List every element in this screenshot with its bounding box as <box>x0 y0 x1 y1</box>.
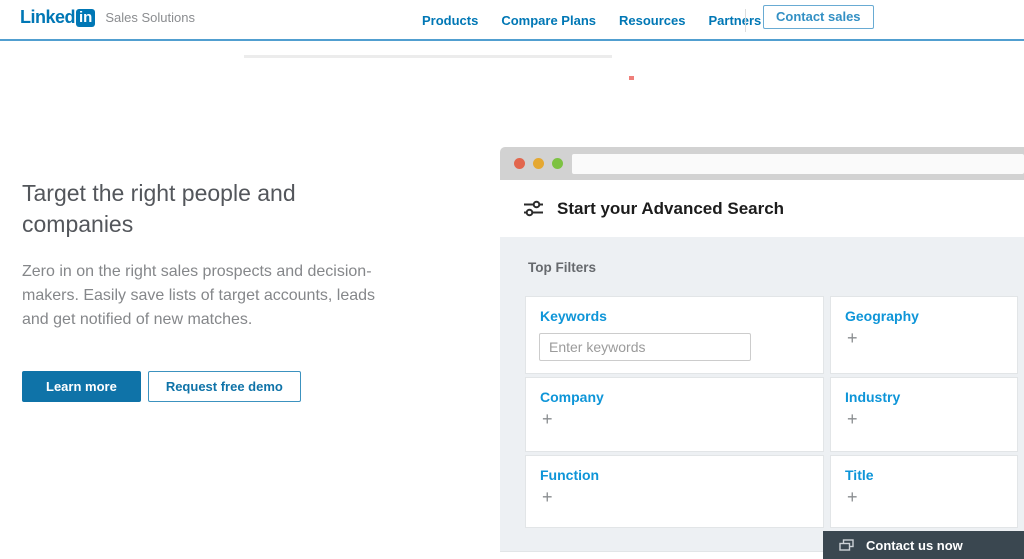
add-title-button[interactable]: + <box>831 483 861 506</box>
filter-area: Top Filters Keywords Geography + Company… <box>500 237 1024 552</box>
page-title: Target the right people and companies <box>22 178 372 240</box>
request-free-demo-button[interactable]: Request free demo <box>148 371 301 402</box>
learn-more-button[interactable]: Learn more <box>22 371 141 402</box>
advanced-search-title: Start your Advanced Search <box>557 199 784 219</box>
chat-bubbles-icon <box>839 539 854 552</box>
nav-item-partners[interactable]: Partners <box>708 13 761 28</box>
maximize-dot-icon <box>552 158 563 169</box>
contact-sales-button[interactable]: Contact sales <box>763 5 874 29</box>
filter-title-function: Function <box>526 456 823 483</box>
close-dot-icon <box>514 158 525 169</box>
add-industry-button[interactable]: + <box>831 405 861 428</box>
contact-us-chat-widget[interactable]: Contact us now <box>823 531 1024 559</box>
filter-card-geography: Geography + <box>830 296 1018 374</box>
nav-item-products[interactable]: Products <box>422 13 478 28</box>
add-geography-button[interactable]: + <box>831 324 861 347</box>
window-control-dots <box>514 158 563 169</box>
filter-title-title: Title <box>831 456 1017 483</box>
linkedin-in-icon: in <box>76 9 95 27</box>
filter-card-industry: Industry + <box>830 377 1018 452</box>
logo-linked-text: Linked <box>20 7 75 28</box>
url-bar <box>572 154 1024 174</box>
top-filters-label: Top Filters <box>528 260 596 275</box>
filter-title-geography: Geography <box>831 297 1017 324</box>
filter-title-industry: Industry <box>831 378 1017 405</box>
add-function-button[interactable]: + <box>526 483 556 506</box>
filter-card-title: Title + <box>830 455 1018 528</box>
browser-mockup-window: Start your Advanced Search Top Filters K… <box>500 147 1024 559</box>
filter-card-company: Company + <box>525 377 824 452</box>
brand-suffix-label: Sales Solutions <box>105 10 195 25</box>
filter-card-keywords: Keywords <box>525 296 824 374</box>
main-nav: Products Compare Plans Resources Partner… <box>422 0 761 41</box>
top-header: Linked in Sales Solutions Products Compa… <box>0 0 1024 41</box>
nav-item-compare-plans[interactable]: Compare Plans <box>501 13 596 28</box>
hero-description: Zero in on the right sales prospects and… <box>22 260 384 332</box>
filter-title-company: Company <box>526 378 823 405</box>
filter-card-function: Function + <box>525 455 824 528</box>
contact-us-label: Contact us now <box>866 538 963 553</box>
filters-grid: Keywords Geography + Company + Industry … <box>525 296 1018 528</box>
add-company-button[interactable]: + <box>526 405 556 428</box>
decorative-rule <box>244 55 612 58</box>
nav-divider <box>745 9 746 32</box>
sliders-filter-icon <box>523 198 544 219</box>
hero-buttons: Learn more Request free demo <box>22 371 301 402</box>
browser-chrome-bar <box>500 147 1024 180</box>
advanced-search-header: Start your Advanced Search <box>500 180 1024 237</box>
keywords-input[interactable] <box>539 333 751 361</box>
minimize-dot-icon <box>533 158 544 169</box>
tiny-red-marker <box>629 76 634 80</box>
linkedin-logo[interactable]: Linked in Sales Solutions <box>20 7 195 28</box>
nav-item-resources[interactable]: Resources <box>619 13 685 28</box>
filter-title-keywords: Keywords <box>526 297 823 324</box>
